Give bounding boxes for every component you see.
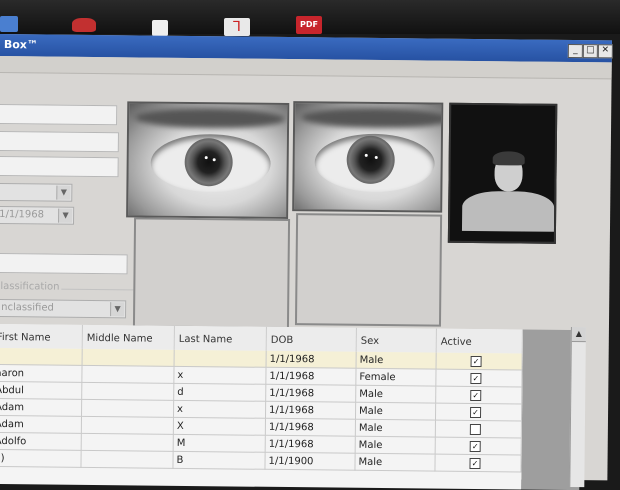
classification-value: nclassified	[1, 302, 54, 314]
cell-last-name	[174, 349, 267, 368]
minimize-button[interactable]: _	[567, 43, 583, 59]
pupil-shape	[346, 135, 395, 185]
scroll-up-icon[interactable]: ▲	[571, 327, 586, 343]
app-icon[interactable]	[72, 18, 96, 32]
name-field-1[interactable]	[0, 103, 118, 126]
active-checkbox[interactable]	[469, 423, 481, 436]
eyebrow-shape	[135, 107, 286, 129]
right-iris-panel[interactable]	[292, 101, 444, 213]
chevron-down-icon[interactable]: ▼	[56, 185, 71, 200]
app-window: Box™ _ □ ✕ ▼ 1/1/1968 ▼ lassification nc…	[0, 34, 613, 490]
active-checkbox[interactable]: ✓	[470, 389, 482, 402]
cell-dob: 1/1/1968	[266, 367, 357, 386]
face-photo[interactable]	[447, 102, 558, 244]
cell-first-name: a)	[0, 449, 82, 468]
cell-active	[435, 420, 522, 439]
cell-middle-name	[81, 433, 174, 452]
cell-last-name: d	[174, 383, 267, 402]
empty-image-panel-2[interactable]	[294, 213, 443, 327]
left-iris-panel[interactable]	[126, 101, 290, 220]
cell-dob: 1/1/1968	[265, 401, 357, 420]
cell-last-name: M	[173, 434, 266, 453]
hair-shape	[492, 151, 525, 166]
cell-dob: 1/1/1968	[265, 435, 356, 454]
cell-last-name: B	[173, 451, 266, 470]
cell-middle-name	[82, 348, 175, 367]
pupil-shape	[184, 137, 233, 187]
document-icon[interactable]	[152, 20, 168, 36]
cell-last-name: X	[173, 417, 266, 436]
cell-first-name: Adolfo	[0, 432, 82, 451]
window-title: Box™	[3, 38, 39, 52]
name-field-3[interactable]	[0, 155, 119, 178]
cell-sex: Male	[355, 419, 436, 438]
cell-sex: Male	[356, 351, 437, 370]
classification-group: lassification nclassified ▼	[0, 280, 136, 328]
cell-middle-name	[82, 382, 175, 401]
cell-first-name	[0, 347, 83, 366]
glint-shape	[204, 156, 208, 160]
cell-dob: 1/1/1968	[265, 418, 356, 437]
cell-last-name: x	[174, 366, 267, 385]
cell-active: ✓	[435, 403, 523, 422]
cell-active: ✓	[436, 352, 523, 371]
active-checkbox[interactable]: ✓	[470, 372, 482, 385]
chevron-down-icon[interactable]: ▼	[110, 302, 125, 317]
name-field-2[interactable]	[0, 130, 119, 153]
col-last-name[interactable]: Last Name	[174, 325, 267, 351]
taskbar: ⅂ PDF	[0, 0, 620, 36]
acrobat-icon[interactable]: ⅂	[224, 18, 250, 36]
cell-sex: Male	[355, 436, 436, 455]
active-checkbox[interactable]: ✓	[470, 406, 482, 419]
maximize-button[interactable]: □	[582, 44, 598, 59]
col-dob[interactable]: DOB	[266, 326, 357, 352]
classification-label: lassification	[0, 280, 62, 293]
vertical-scrollbar[interactable]: ▲	[569, 326, 586, 488]
chevron-down-icon[interactable]: ▼	[58, 208, 73, 223]
glint-shape	[374, 155, 378, 159]
start-flag-icon[interactable]	[0, 16, 18, 32]
cell-first-name: Adam	[0, 398, 83, 417]
cell-dob: 1/1/1968	[266, 350, 357, 369]
dob-combo[interactable]: 1/1/1968 ▼	[0, 205, 75, 225]
col-middle-name[interactable]: Middle Name	[82, 324, 175, 350]
sex-combo[interactable]: ▼	[0, 182, 73, 202]
cell-active: ✓	[436, 369, 523, 388]
glint-shape	[364, 153, 368, 157]
cell-sex: Male	[355, 402, 437, 421]
close-button[interactable]: ✕	[597, 44, 613, 59]
cell-active: ✓	[436, 386, 523, 405]
cell-middle-name	[81, 416, 174, 435]
cell-dob: 1/1/1968	[266, 384, 357, 403]
cell-first-name: Abdul	[0, 381, 83, 400]
cell-active: ✓	[435, 437, 522, 456]
col-active[interactable]: Active	[436, 328, 523, 354]
cell-sex: Male	[355, 453, 436, 472]
classification-combo[interactable]: nclassified ▼	[0, 298, 127, 319]
col-first-name[interactable]: First Name	[0, 323, 83, 349]
cell-last-name: x	[173, 400, 267, 419]
cell-middle-name	[82, 365, 175, 384]
active-checkbox[interactable]: ✓	[469, 457, 481, 470]
active-checkbox[interactable]: ✓	[469, 440, 481, 453]
cell-middle-name	[81, 450, 174, 469]
cell-active: ✓	[435, 454, 522, 473]
active-checkbox[interactable]: ✓	[470, 355, 482, 368]
empty-image-panel-1[interactable]	[132, 217, 291, 330]
glint-shape	[212, 158, 216, 162]
records-table[interactable]: First Name Middle Name Last Name DOB Sex…	[0, 323, 523, 490]
pdf-icon[interactable]: PDF	[296, 16, 322, 34]
cell-sex: Female	[356, 368, 437, 387]
eyebrow-shape	[301, 107, 444, 129]
cell-sex: Male	[356, 385, 437, 404]
cell-first-name: aaron	[0, 364, 83, 383]
notes-field[interactable]	[0, 252, 128, 275]
shoulders-shape	[461, 190, 555, 232]
cell-dob: 1/1/1900	[265, 452, 356, 471]
cell-middle-name	[81, 399, 175, 418]
cell-first-name: Adam	[0, 415, 82, 434]
dob-value: 1/1/1968	[0, 209, 45, 221]
col-sex[interactable]: Sex	[356, 327, 437, 353]
